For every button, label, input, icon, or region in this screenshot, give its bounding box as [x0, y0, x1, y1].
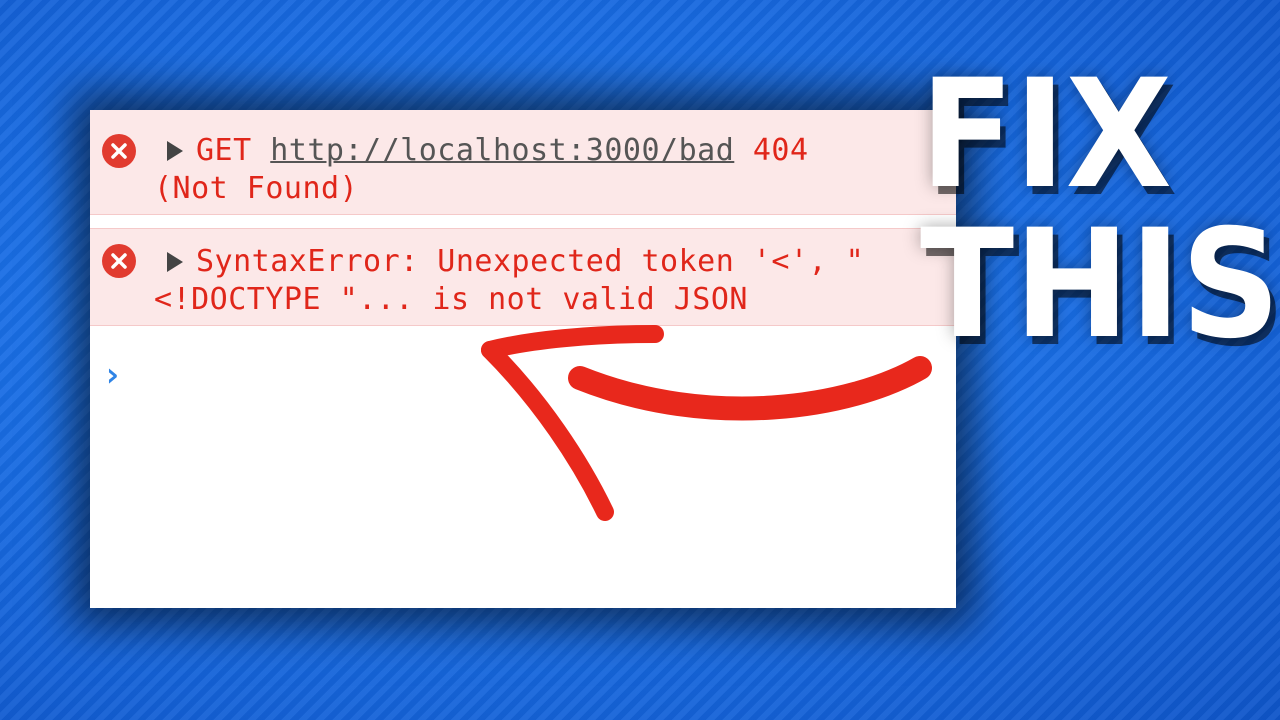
status-text-value: (Not Found): [154, 171, 359, 206]
request-method: GET: [196, 133, 252, 168]
arrow-shaft: [568, 356, 932, 421]
red-arrow-icon: [481, 325, 932, 521]
status-code: 404: [752, 133, 809, 168]
error-icon: [102, 244, 136, 278]
headline: FIX THIS: [920, 48, 1280, 372]
error-message: GET http://localhost:3000/bad 404: [154, 132, 946, 170]
error-message-line1: SyntaxError: Unexpected token '<', ": [196, 244, 865, 279]
error-message: SyntaxError: Unexpected token '<', ": [154, 243, 946, 281]
error-message-line2: <!DOCTYPE "... is not valid JSON: [154, 282, 748, 317]
chevron-right-icon[interactable]: ›: [102, 355, 122, 395]
headline-line1: FIX: [920, 48, 1173, 222]
status-text: (Not Found): [154, 170, 946, 208]
console-error-row[interactable]: GET http://localhost:3000/bad 404 (Not F…: [90, 110, 956, 215]
arrow-head-top: [481, 325, 664, 359]
request-url-link[interactable]: http://localhost:3000/bad: [270, 133, 734, 168]
error-icon: [102, 134, 136, 168]
headline-line2: THIS: [920, 198, 1280, 372]
console-error-row[interactable]: SyntaxError: Unexpected token '<', " <!D…: [90, 228, 956, 326]
error-message-continued: <!DOCTYPE "... is not valid JSON: [154, 281, 946, 319]
